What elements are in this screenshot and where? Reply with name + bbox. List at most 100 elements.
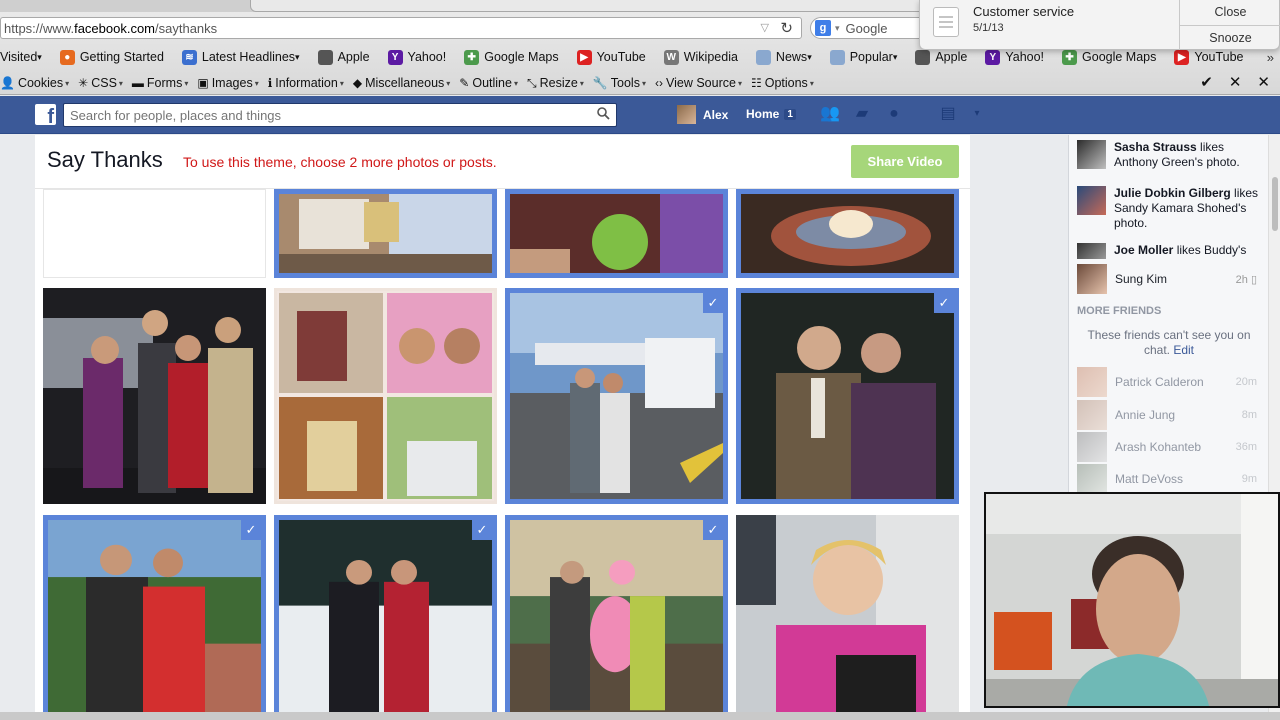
share-video-button[interactable]: Share Video bbox=[851, 145, 959, 178]
photo-tile-airstrip[interactable]: ✓ bbox=[505, 288, 728, 504]
ticker-story[interactable]: Joe Moller likes Buddy's bbox=[1077, 243, 1262, 259]
friend-name: Matt DeVoss bbox=[1115, 472, 1184, 486]
devtool-outline[interactable]: ✎ Outline ▾ bbox=[459, 76, 518, 90]
bookmark-label: Visited bbox=[0, 50, 38, 64]
facebook-search-input[interactable] bbox=[63, 103, 617, 127]
devtool-miscellaneous[interactable]: ◆ Miscellaneous ▾ bbox=[353, 76, 450, 90]
url-history-dropdown-icon[interactable]: ▽ bbox=[761, 21, 769, 34]
bookmark-latest-headlines[interactable]: ≋ Latest Headlines ▾ bbox=[181, 49, 300, 65]
bookmark-google-maps[interactable]: ✚ Google Maps bbox=[464, 49, 559, 65]
ticker-text: Sasha Strauss likes Anthony Green's phot… bbox=[1114, 140, 1262, 170]
validate-check-icon[interactable]: ✔ bbox=[1200, 73, 1213, 91]
address-bar[interactable]: https://www. facebook.com/saythanks ▽ ↻ bbox=[0, 17, 802, 39]
photo-tile-couple[interactable]: ✓ bbox=[736, 288, 959, 504]
devtool-options[interactable]: ☷ Options ▾ bbox=[751, 76, 814, 90]
notifications-globe-icon[interactable]: ● bbox=[884, 104, 904, 124]
webcam-overlay bbox=[984, 492, 1280, 708]
bookmark-wikipedia[interactable]: W Wikipedia bbox=[663, 49, 738, 65]
photo-tile-collage[interactable] bbox=[274, 288, 497, 504]
scrollbar-thumb[interactable] bbox=[1272, 177, 1278, 231]
devtool-tools[interactable]: 🔧 Tools ▾ bbox=[593, 76, 646, 90]
chat-friend-online[interactable]: Sung Kim 2h ▯ bbox=[1077, 264, 1257, 294]
youtube-icon: ▶ bbox=[1174, 49, 1190, 65]
info-icon: ℹ bbox=[267, 76, 273, 90]
bookmark-label: Wikipedia bbox=[683, 50, 738, 64]
url-path: /saythanks bbox=[155, 20, 218, 36]
account-dropdown-icon[interactable]: ▾ bbox=[970, 104, 984, 124]
bookmark-popular[interactable]: Popular ▾ bbox=[829, 49, 897, 65]
bookmark-apple[interactable]: Apple bbox=[915, 49, 967, 65]
webcam-video bbox=[986, 494, 1278, 706]
facebook-logo-icon[interactable]: f bbox=[35, 104, 56, 125]
bookmark-youtube[interactable]: ▶ YouTube bbox=[576, 49, 646, 65]
folder-icon bbox=[829, 49, 845, 65]
ticker-text: Joe Moller likes Buddy's bbox=[1114, 243, 1246, 259]
edit-chat-visibility-link[interactable]: Edit bbox=[1173, 343, 1194, 357]
photo-tile-coconut[interactable] bbox=[505, 189, 728, 278]
bookmark-youtube[interactable]: ▶ YouTube bbox=[1174, 49, 1244, 65]
devtool-label: Miscellaneous bbox=[365, 76, 445, 90]
close-toolbar-icon[interactable]: ✕ bbox=[1257, 73, 1270, 91]
selected-check-icon: ✓ bbox=[241, 520, 261, 540]
bookmark-yahoo[interactable]: Y Yahoo! bbox=[387, 49, 446, 65]
photo-tile-ski[interactable]: ✓ bbox=[274, 515, 497, 720]
photo-tile-empty[interactable] bbox=[43, 189, 266, 278]
bookmark-news[interactable]: News ▾ bbox=[755, 49, 812, 65]
home-link[interactable]: Home 1 bbox=[746, 107, 796, 121]
options-icon: ☷ bbox=[750, 76, 762, 90]
mobile-icon: ▯ bbox=[1250, 273, 1257, 286]
bookmark-visited[interactable]: Visited ▾ bbox=[0, 50, 42, 64]
devtool-resize[interactable]: ⤡ Resize ▾ bbox=[527, 76, 584, 91]
wand-icon: ✳ bbox=[78, 76, 89, 90]
photo-tile-child[interactable] bbox=[736, 515, 959, 720]
disable-x-icon[interactable]: ✕ bbox=[1229, 73, 1242, 91]
rss-icon: ≋ bbox=[181, 49, 197, 65]
photo-tile-newsroom[interactable] bbox=[43, 288, 266, 504]
avatar bbox=[1077, 264, 1107, 294]
google-icon[interactable]: g bbox=[815, 20, 831, 36]
profile-link[interactable]: Alex bbox=[677, 105, 728, 124]
bookmark-yahoo[interactable]: Y Yahoo! bbox=[985, 49, 1044, 65]
last-active-time: 20m bbox=[1235, 376, 1257, 388]
messages-icon[interactable]: ▰ bbox=[852, 104, 872, 124]
devtool-view-source[interactable]: ‹› View Source ▾ bbox=[655, 76, 742, 90]
reload-icon[interactable]: ↻ bbox=[780, 19, 793, 37]
bookmark-google-maps[interactable]: ✚ Google Maps bbox=[1062, 49, 1156, 65]
devtool-label: Resize bbox=[539, 76, 578, 90]
friend-requests-icon[interactable]: 👥 bbox=[820, 104, 840, 124]
devtool-forms[interactable]: ▬ Forms ▾ bbox=[132, 76, 188, 90]
search-icon[interactable] bbox=[597, 107, 610, 120]
chevron-down-icon: ▾ bbox=[295, 51, 300, 62]
chat-friend-offline[interactable]: Matt DeVoss 9m bbox=[1077, 464, 1257, 494]
photo-gazebo bbox=[48, 520, 261, 715]
bookmark-getting-started[interactable]: ● Getting Started bbox=[59, 49, 164, 65]
ticker-story[interactable]: Sasha Strauss likes Anthony Green's phot… bbox=[1077, 140, 1262, 170]
ticker-story[interactable]: Julie Dobkin Gilberg likes Sandy Kamara … bbox=[1077, 186, 1262, 231]
close-button[interactable]: Close bbox=[1180, 0, 1280, 25]
snooze-button[interactable]: Snooze bbox=[1180, 25, 1280, 50]
photo-tile-firepit[interactable] bbox=[736, 189, 959, 278]
chevron-down-icon: ▾ bbox=[446, 78, 451, 88]
devtool-information[interactable]: ℹ Information ▾ bbox=[268, 76, 344, 90]
wrench-icon: 🔧 bbox=[592, 76, 608, 90]
chat-friend-offline[interactable]: Patrick Calderon 20m bbox=[1077, 367, 1257, 397]
devtool-images[interactable]: ▣ Images ▾ bbox=[197, 76, 258, 90]
bookmarks-overflow-icon[interactable]: » bbox=[1267, 50, 1274, 65]
privacy-shortcuts-icon[interactable]: ▤ bbox=[938, 104, 958, 124]
bookmark-label: Google Maps bbox=[484, 50, 559, 64]
ticker-actor: Sasha Strauss bbox=[1114, 140, 1197, 154]
photo-tile-flamingo[interactable]: ✓ bbox=[505, 515, 728, 720]
chat-friend-offline[interactable]: Annie Jung 8m bbox=[1077, 400, 1257, 430]
photo-tile-toast[interactable] bbox=[274, 189, 497, 278]
bookmark-apple[interactable]: Apple bbox=[317, 49, 370, 65]
devtool-css[interactable]: ✳ CSS ▾ bbox=[78, 76, 123, 90]
active-tab[interactable] bbox=[250, 0, 970, 12]
engine-dropdown-icon[interactable]: ▾ bbox=[835, 23, 840, 34]
resize-icon: ⤡ bbox=[526, 75, 537, 90]
photo-tile-gazebo[interactable]: ✓ bbox=[43, 515, 266, 720]
devtool-cookies[interactable]: 👤 Cookies ▾ bbox=[0, 76, 69, 90]
home-label: Home bbox=[746, 107, 780, 121]
chat-friend-offline[interactable]: Arash Kohanteb 36m bbox=[1077, 432, 1257, 462]
photo-toast bbox=[279, 194, 492, 273]
bookmarks-toolbar: Visited ▾ ● Getting Started ≋ Latest Headlin… bbox=[0, 47, 1280, 67]
